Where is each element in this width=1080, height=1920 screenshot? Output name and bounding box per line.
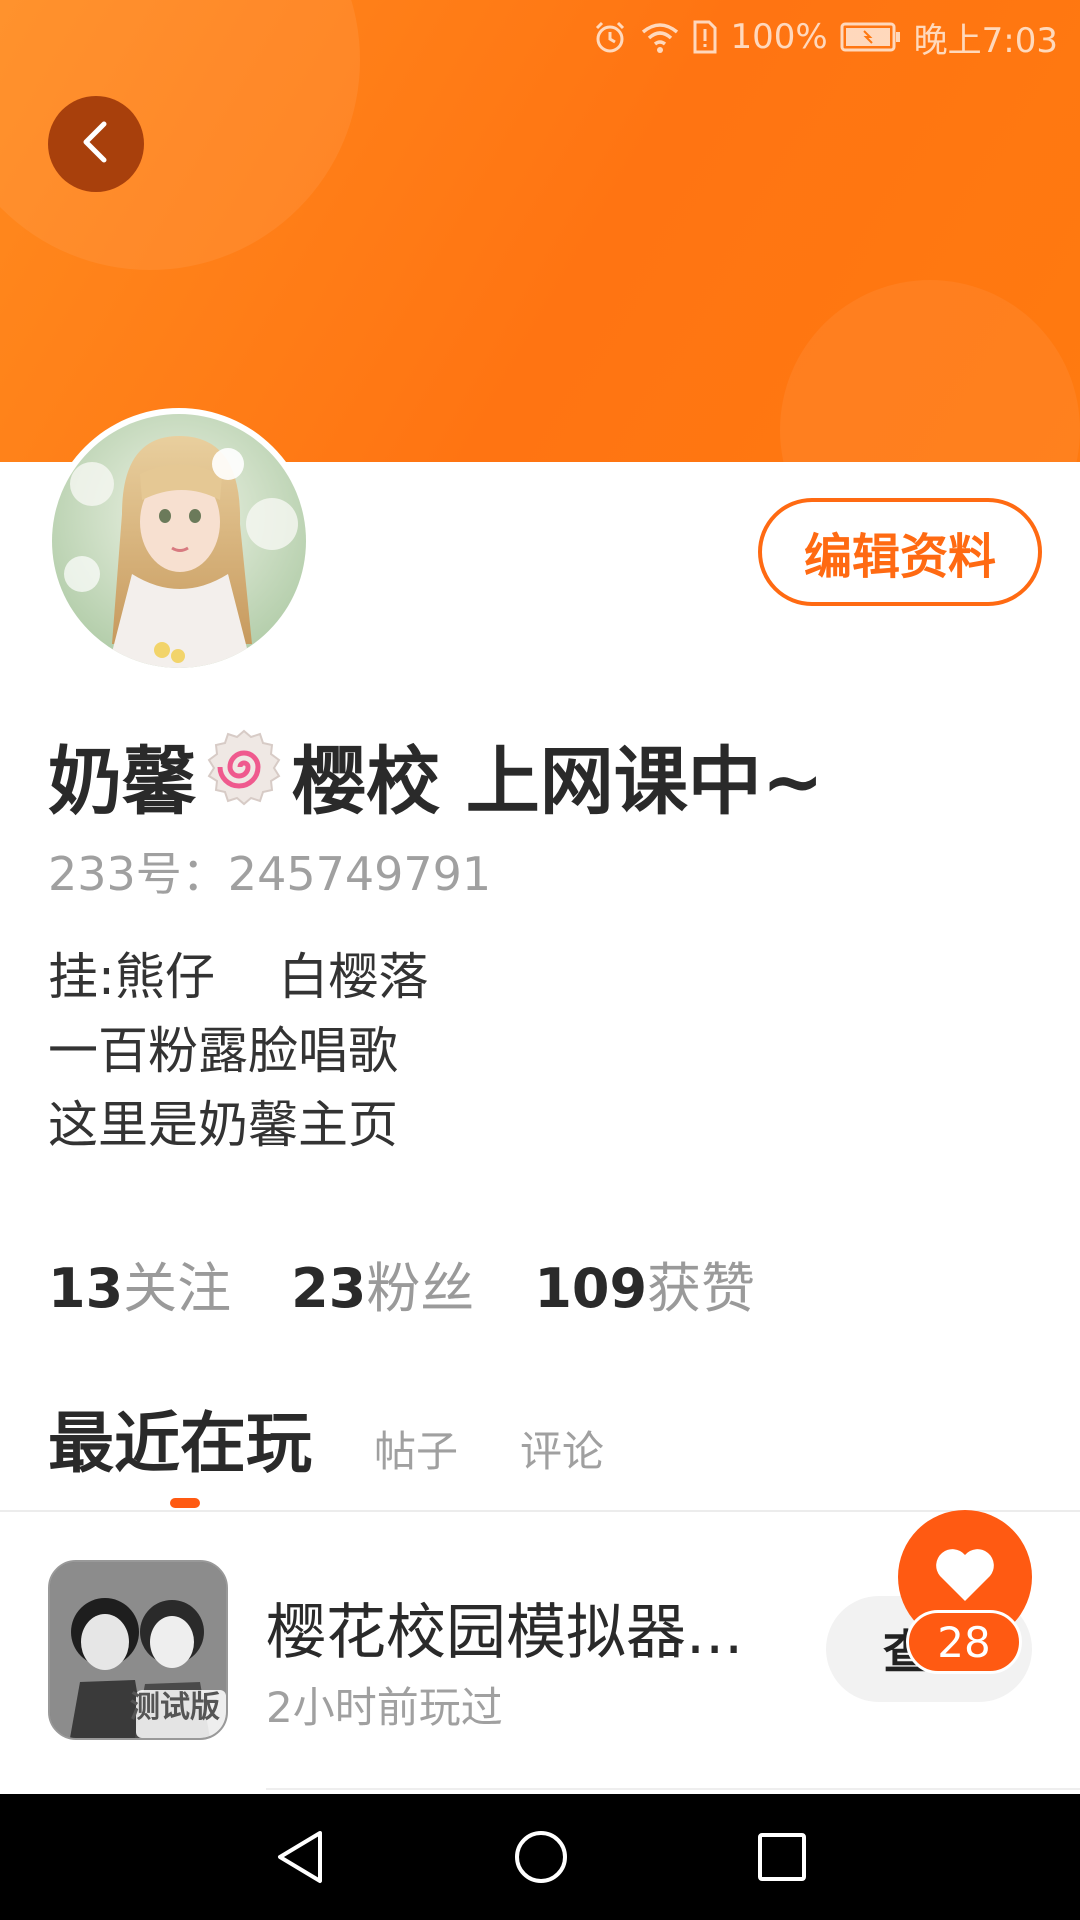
edit-profile-button[interactable]: 编辑资料 bbox=[758, 498, 1042, 606]
tab-recently-played[interactable]: 最近在玩 bbox=[48, 1390, 312, 1508]
avatar[interactable] bbox=[52, 414, 306, 668]
divider bbox=[266, 1788, 1080, 1790]
stat-number: 109 bbox=[534, 1257, 648, 1320]
battery-icon bbox=[840, 21, 902, 53]
profile-tabs: 最近在玩 帖子 评论 bbox=[48, 1390, 604, 1508]
test-version-badge: 测试版 bbox=[130, 1690, 220, 1725]
clock-time: 晚上7:03 bbox=[913, 20, 1058, 61]
nav-home-icon[interactable] bbox=[512, 1828, 570, 1890]
name-part-2: 樱校 上网课中~ bbox=[292, 739, 824, 825]
stat-number: 23 bbox=[291, 1257, 367, 1320]
banner-decoration bbox=[780, 280, 1080, 462]
game-title: 樱花校园模拟器... bbox=[266, 1598, 744, 1668]
system-navigation-bar bbox=[0, 1794, 1080, 1920]
stat-label: 获赞 bbox=[647, 1257, 756, 1320]
fishcake-emoji-icon bbox=[204, 727, 284, 825]
avatar-image bbox=[52, 414, 306, 668]
wifi-icon bbox=[640, 20, 680, 54]
alarm-icon bbox=[592, 19, 628, 55]
stat-likes[interactable]: 109获赞 bbox=[534, 1244, 755, 1323]
game-last-played: 2小时前玩过 bbox=[266, 1683, 503, 1732]
bio-line: 这里是奶馨主页 bbox=[48, 1096, 398, 1154]
bio-line: 挂:熊仔 白樱落 bbox=[48, 948, 429, 1006]
tab-comments[interactable]: 评论 bbox=[520, 1418, 604, 1479]
like-count-badge: 28 bbox=[906, 1610, 1022, 1674]
stat-number: 13 bbox=[48, 1257, 124, 1320]
heart-icon bbox=[934, 1547, 996, 1607]
back-button[interactable] bbox=[48, 96, 144, 192]
battery-percent: 100% bbox=[730, 17, 828, 57]
active-tab-indicator bbox=[170, 1498, 200, 1508]
bio-line: 一百粉露脸唱歌 bbox=[48, 1022, 398, 1080]
profile-header-banner: 100% 晚上7:03 bbox=[0, 0, 1080, 462]
nav-back-icon[interactable] bbox=[274, 1828, 326, 1890]
bio: 挂:熊仔 白樱落 一百粉露脸唱歌 这里是奶馨主页 bbox=[48, 940, 428, 1162]
profile-name: 奶馨 樱校 上网课中~ bbox=[48, 722, 824, 829]
nav-recent-icon[interactable] bbox=[756, 1828, 808, 1890]
user-id: 233号：245749791 bbox=[48, 847, 492, 901]
stat-following[interactable]: 13关注 bbox=[48, 1244, 231, 1323]
stat-followers[interactable]: 23粉丝 bbox=[291, 1244, 474, 1323]
stat-label: 粉丝 bbox=[366, 1257, 475, 1320]
sim-alert-icon bbox=[692, 19, 718, 55]
tab-posts[interactable]: 帖子 bbox=[374, 1418, 458, 1479]
stat-label: 关注 bbox=[123, 1257, 232, 1320]
back-icon bbox=[76, 118, 116, 170]
game-icon: 测试版 bbox=[48, 1560, 228, 1740]
stats-row: 13关注 23粉丝 109获赞 bbox=[48, 1244, 755, 1323]
name-part-1: 奶馨 bbox=[48, 739, 196, 825]
status-bar: 100% 晚上7:03 bbox=[592, 14, 1058, 61]
tab-label: 最近在玩 bbox=[48, 1405, 312, 1482]
